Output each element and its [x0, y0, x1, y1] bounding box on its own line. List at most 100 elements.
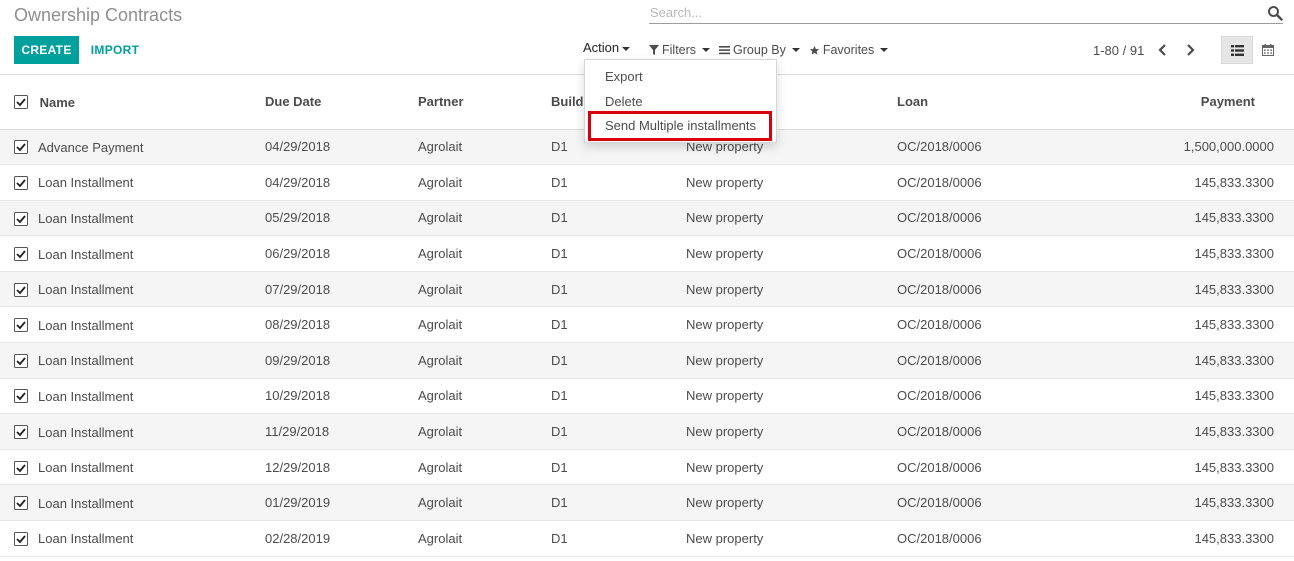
caret-down-icon — [791, 48, 800, 52]
cell-name-with-checkbox: Loan Installment — [0, 271, 265, 307]
cell-payment: 145,833.3300 — [1194, 317, 1274, 333]
cell-name-with-checkbox: Loan Installment — [0, 378, 265, 414]
cell-due-date: 04/29/2018 — [265, 139, 331, 155]
cell-loan: OC/2018/0006 — [897, 352, 982, 368]
star-icon — [809, 45, 819, 55]
search-bar[interactable] — [649, 2, 1283, 24]
cell-loan: OC/2018/0006 — [897, 210, 982, 226]
cell-property: New property — [686, 281, 764, 297]
favorites-label: Favorites — [822, 43, 875, 57]
table-row[interactable]: Loan Installment 10/29/2018 Agrolait D1 New … — [0, 378, 1294, 414]
cell-property: New property — [686, 317, 764, 333]
cell-name-with-checkbox: Loan Installment — [0, 343, 265, 379]
cell-loan: OC/2018/0006 — [897, 246, 982, 262]
row-checkbox[interactable] — [14, 247, 28, 262]
cell-partner: Agrolait — [418, 388, 463, 404]
table-row[interactable]: Loan Installment 07/29/2018 Agrolait D1 New … — [0, 271, 1294, 307]
cell-building: D1 — [551, 174, 568, 190]
cell-building: D1 — [551, 495, 568, 511]
row-checkbox[interactable] — [14, 318, 28, 333]
cell-partner: Agrolait — [418, 352, 463, 368]
search-input[interactable] — [649, 2, 1249, 22]
calendar-view-button[interactable] — [1255, 36, 1281, 64]
row-checkbox[interactable] — [14, 531, 28, 546]
cell-name: Loan Installment — [38, 246, 134, 262]
cell-name-with-checkbox: Loan Installment — [0, 414, 265, 450]
cell-due-date: 01/29/2019 — [265, 495, 331, 511]
row-checkbox[interactable] — [14, 282, 28, 297]
cell-name: Loan Installment — [38, 388, 134, 404]
cell-partner: Agrolait — [418, 174, 463, 190]
cell-name: Loan Installment — [38, 460, 134, 476]
chevron-right-icon[interactable] — [1184, 43, 1196, 57]
row-checkbox[interactable] — [14, 353, 28, 368]
cell-property: New property — [686, 530, 764, 546]
caret-down-icon — [880, 48, 889, 52]
menu-item-send-multiple-installments[interactable]: Send Multiple installments — [585, 118, 776, 133]
cell-name-with-checkbox: Loan Installment — [0, 165, 265, 201]
cell-partner: Agrolait — [418, 530, 463, 546]
cell-name: Loan Installment — [38, 317, 134, 333]
row-checkbox[interactable] — [14, 425, 28, 440]
filters-toggle[interactable]: Filters — [649, 43, 711, 57]
table-row[interactable]: Loan Installment 05/29/2018 Agrolait D1 New … — [0, 200, 1294, 236]
cell-partner: Agrolait — [418, 459, 463, 475]
action-dropdown-menu: Export Delete Send Multiple installments — [584, 59, 777, 143]
cell-partner: Agrolait — [418, 246, 463, 262]
cell-payment: 145,833.3300 — [1194, 459, 1274, 475]
group-by-toggle[interactable]: Group By — [719, 43, 800, 57]
select-all-checkbox[interactable] — [14, 95, 28, 110]
cell-due-date: 02/28/2019 — [265, 530, 331, 546]
column-header-due-date[interactable]: Due Date — [265, 75, 418, 130]
table-row[interactable]: Loan Installment 11/29/2018 Agrolait D1 New … — [0, 413, 1294, 450]
row-checkbox[interactable] — [14, 175, 28, 190]
table-row[interactable]: Loan Installment 04/29/2018 Agrolait D1 New … — [0, 165, 1294, 201]
row-checkbox[interactable] — [14, 389, 28, 404]
favorites-toggle[interactable]: Favorites — [809, 43, 889, 57]
cell-name-with-checkbox: Loan Installment — [0, 236, 265, 272]
cell-due-date: 10/29/2018 — [265, 388, 331, 404]
row-checkbox[interactable] — [14, 496, 28, 511]
column-header-name[interactable]: Name — [0, 75, 265, 130]
cell-loan: OC/2018/0006 — [897, 139, 982, 155]
cell-due-date: 11/29/2018 — [265, 424, 330, 440]
table-row[interactable]: Loan Installment 12/29/2018 Agrolait D1 New … — [0, 449, 1294, 485]
cell-name: Loan Installment — [38, 175, 134, 191]
pager-value[interactable]: 1-80 / 91 — [1093, 43, 1144, 58]
calendar-icon — [1262, 44, 1274, 56]
row-checkbox[interactable] — [14, 140, 28, 155]
cell-partner: Agrolait — [418, 495, 463, 511]
cell-payment: 145,833.3300 — [1194, 424, 1274, 440]
table-row[interactable]: Loan Installment 08/29/2018 Agrolait D1 New … — [0, 307, 1294, 343]
menu-item-delete[interactable]: Delete — [585, 94, 776, 109]
chevron-left-icon[interactable] — [1157, 43, 1169, 57]
table-row[interactable]: Loan Installment 09/29/2018 Agrolait D1 New … — [0, 342, 1294, 379]
column-header-payment[interactable]: Payment — [1077, 75, 1294, 130]
cell-name: Loan Installment — [38, 282, 134, 298]
column-header-partner[interactable]: Partner — [418, 75, 551, 130]
cell-name: Loan Installment — [38, 531, 134, 547]
list-view-button[interactable] — [1221, 36, 1253, 64]
create-button[interactable]: CREATE — [14, 36, 79, 64]
table-row[interactable]: Loan Installment 06/29/2018 Agrolait D1 New … — [0, 236, 1294, 272]
row-checkbox[interactable] — [14, 460, 28, 475]
action-menu-toggle[interactable]: Action — [583, 40, 631, 55]
cell-building: D1 — [551, 388, 568, 404]
row-checkbox[interactable] — [14, 211, 28, 226]
menu-item-export[interactable]: Export — [585, 69, 776, 84]
cell-due-date: 07/29/2018 — [265, 281, 331, 297]
cell-name-with-checkbox: Loan Installment — [0, 521, 265, 557]
cell-partner: Agrolait — [418, 317, 463, 333]
import-button[interactable]: IMPORT — [84, 36, 146, 64]
cell-due-date: 04/29/2018 — [265, 174, 331, 190]
column-header-loan[interactable]: Loan — [897, 75, 1077, 130]
caret-down-icon — [622, 46, 631, 51]
cell-property: New property — [686, 210, 764, 226]
table-row[interactable]: Loan Installment 01/29/2019 Agrolait D1 New … — [0, 484, 1294, 521]
cell-name: Loan Installment — [38, 424, 134, 440]
table-row[interactable]: Loan Installment 02/28/2019 Agrolait D1 New … — [0, 521, 1294, 557]
cell-payment: 145,833.3300 — [1194, 174, 1274, 190]
search-icon[interactable] — [1267, 5, 1283, 21]
contracts-table: Name Due Date Partner Buildi Loan Paymen… — [0, 74, 1294, 557]
caret-down-icon — [702, 48, 711, 52]
